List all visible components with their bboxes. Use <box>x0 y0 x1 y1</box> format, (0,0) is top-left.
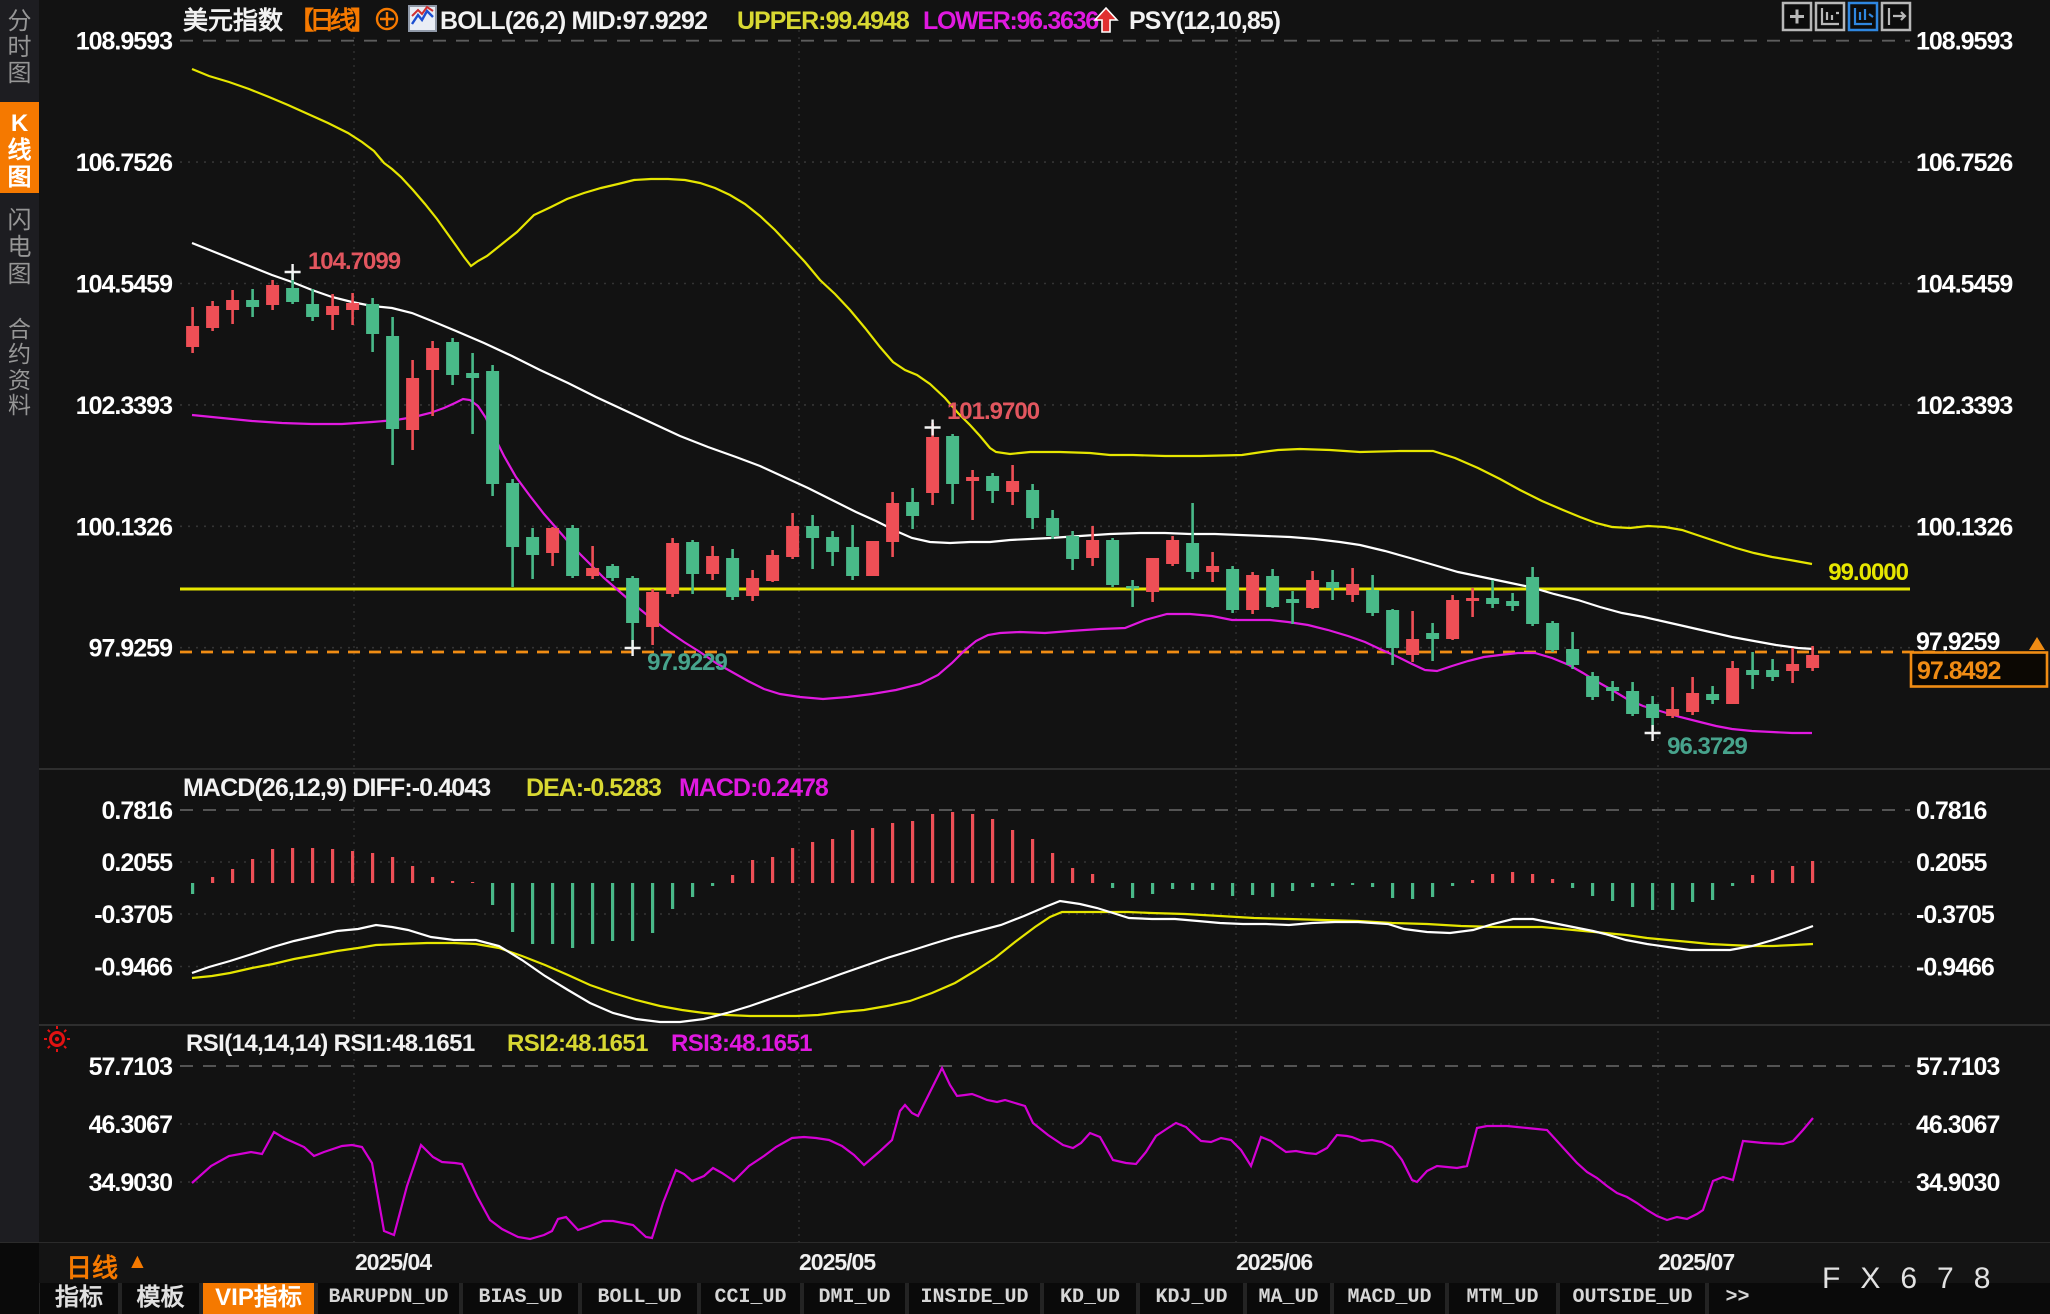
svg-text:0.7816: 0.7816 <box>102 797 173 825</box>
svg-text:57.7103: 57.7103 <box>89 1053 172 1081</box>
svg-text:96.3729: 96.3729 <box>1667 733 1747 760</box>
svg-text:美元指数: 美元指数 <box>183 6 284 35</box>
svg-text:34.9030: 34.9030 <box>89 1169 172 1197</box>
svg-text:0.2055: 0.2055 <box>1916 849 1988 877</box>
svg-text:104.5459: 104.5459 <box>1916 271 2012 299</box>
svg-text:102.3393: 102.3393 <box>76 392 172 420</box>
svg-text:UPPER:99.4948: UPPER:99.4948 <box>737 7 910 35</box>
svg-text:MACD:0.2478: MACD:0.2478 <box>679 774 829 802</box>
svg-text:0.2055: 0.2055 <box>102 849 174 877</box>
svg-text:100.1326: 100.1326 <box>1916 513 2012 541</box>
svg-text:BOLL(26,2) MID:97.9292: BOLL(26,2) MID:97.9292 <box>440 7 707 35</box>
svg-text:-0.9466: -0.9466 <box>94 954 172 982</box>
svg-text:97.9259: 97.9259 <box>89 635 172 663</box>
svg-text:106.7526: 106.7526 <box>1916 149 2012 177</box>
svg-text:106.7526: 106.7526 <box>76 149 172 177</box>
svg-text:97.8492: 97.8492 <box>1917 657 2000 685</box>
svg-text:【日线】: 【日线】 <box>289 6 371 35</box>
svg-text:108.9593: 108.9593 <box>76 28 172 56</box>
svg-text:99.0000: 99.0000 <box>1828 559 1908 586</box>
svg-text:97.9229: 97.9229 <box>647 649 727 676</box>
svg-text:101.9700: 101.9700 <box>947 398 1040 425</box>
svg-text:46.3067: 46.3067 <box>1916 1111 1999 1139</box>
svg-text:46.3067: 46.3067 <box>89 1111 172 1139</box>
svg-text:108.9593: 108.9593 <box>1916 28 2012 56</box>
svg-text:57.7103: 57.7103 <box>1916 1053 1999 1081</box>
svg-text:-0.9466: -0.9466 <box>1916 954 1994 982</box>
svg-text:104.5459: 104.5459 <box>76 271 172 299</box>
svg-text:RSI3:48.1651: RSI3:48.1651 <box>671 1030 812 1057</box>
svg-text:100.1326: 100.1326 <box>76 513 172 541</box>
svg-text:LOWER:96.3636: LOWER:96.3636 <box>923 7 1098 35</box>
svg-text:RSI(14,14,14) RSI1:48.1651: RSI(14,14,14) RSI1:48.1651 <box>186 1030 475 1057</box>
svg-text:104.7099: 104.7099 <box>308 248 401 275</box>
svg-text:MACD(26,12,9) DIFF:-0.4043: MACD(26,12,9) DIFF:-0.4043 <box>183 774 490 802</box>
svg-text:-0.3705: -0.3705 <box>1916 901 1995 929</box>
svg-text:34.9030: 34.9030 <box>1916 1169 1999 1197</box>
svg-text:0.7816: 0.7816 <box>1916 797 1987 825</box>
svg-text:DEA:-0.5283: DEA:-0.5283 <box>526 774 661 802</box>
svg-text:RSI2:48.1651: RSI2:48.1651 <box>507 1030 648 1057</box>
svg-text:102.3393: 102.3393 <box>1916 392 2012 420</box>
svg-text:-0.3705: -0.3705 <box>94 901 173 929</box>
svg-text:PSY(12,10,85): PSY(12,10,85) <box>1129 7 1281 35</box>
